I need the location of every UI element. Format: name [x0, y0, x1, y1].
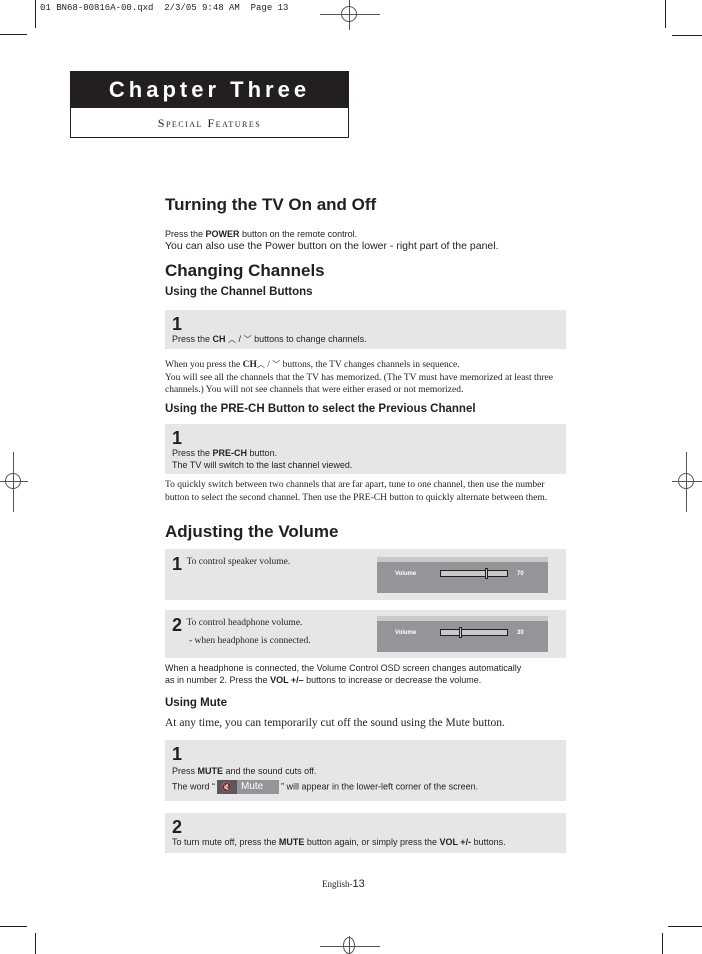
step-text: The word “🔇 Mute” will appear in the lowe… [172, 780, 559, 794]
crop-mark [0, 34, 27, 35]
subheading-pre-ch: Using the PRE-CH Button to select the Pr… [165, 403, 476, 415]
step-number: 2 [172, 615, 183, 635]
text: button. [247, 448, 278, 458]
step-box-volume-2: 2 To control headphone volume. - when he… [165, 610, 566, 658]
step-box-mute-1: 1 Press MUTE and the sound cuts off. The… [165, 740, 566, 801]
step-text: To control headphone volume. [186, 618, 303, 628]
subheading-mute: Using Mute [165, 697, 227, 709]
step-content: 2 To control headphone volume. - when he… [172, 616, 311, 646]
crop-mark [672, 35, 702, 36]
pre-ch-label: PRE-CH [212, 448, 248, 458]
osd-value: 70 [517, 571, 524, 577]
step-text: To turn mute off, press the MUTE button … [172, 836, 559, 848]
speaker-muted-icon: 🔇 [217, 780, 238, 794]
step-content: 1 To control speaker volume. [172, 555, 290, 575]
text: Press the [172, 334, 213, 344]
text: Press [172, 766, 198, 776]
heading-volume: Adjusting the Volume [165, 522, 339, 541]
step-box-volume-1: 1 To control speaker volume. Volume 70 [165, 549, 566, 600]
crop-mark [665, 0, 666, 28]
subheading-channel-buttons: Using the Channel Buttons [165, 286, 313, 298]
step-text: The TV will switch to the last channel v… [172, 460, 353, 470]
text: When you press the [165, 360, 243, 370]
text: The word “ [172, 781, 216, 792]
text: Press the [165, 229, 206, 239]
language-label: English- [322, 879, 353, 889]
crop-mark [668, 926, 702, 927]
volume-note: When a headphone is connected, the Volum… [165, 662, 521, 686]
ch-label: CH [212, 334, 226, 344]
step-text: - when headphone is connected. [189, 636, 311, 646]
crop-mark [662, 933, 663, 954]
text: button again, or simply press the [304, 837, 440, 847]
power-note: You can also use the Power button on the… [165, 240, 499, 252]
page-num: 13 [352, 878, 365, 890]
vol-label: VOL +/- [439, 837, 472, 847]
crop-mark [35, 0, 36, 28]
volume-osd-speaker: Volume 70 [377, 557, 548, 593]
osd-value: 30 [517, 630, 524, 636]
step-number: 1 [172, 554, 183, 574]
file-slug: 01 BN68-00816A-00.qxd 2/3/05 9:48 AM Pag… [40, 3, 289, 13]
chapter-header: Chapter Three Special Features [70, 71, 349, 138]
pre-ch-note: To quickly switch between two channels t… [165, 480, 548, 503]
mute-label: MUTE [197, 766, 224, 776]
chapter-title: Chapter Three [71, 72, 348, 108]
step-box-prech-1: 1 Press the PRE-CH button. The TV will s… [165, 424, 566, 474]
crop-mark [35, 933, 36, 954]
vol-label: VOL +/– [270, 675, 304, 685]
step-text: To control speaker volume. [186, 557, 291, 567]
text: button on the remote control. [239, 229, 358, 239]
step-number: 1 [172, 428, 183, 448]
text: buttons to change channels. [251, 334, 367, 344]
volume-slider [440, 627, 508, 638]
text: buttons, the TV changes channels in sequ… [280, 360, 460, 370]
text: ” will appear in the lower-left corner o… [281, 781, 479, 792]
page-number: English-13 [322, 878, 365, 890]
text: buttons. [471, 837, 506, 847]
chevron-down-icon: ﹀ [243, 335, 252, 344]
step-text: Press the CH ︿ / ﹀ buttons to change cha… [172, 333, 559, 346]
heading-channels: Changing Channels [165, 261, 325, 280]
step-box-mute-2: 2 To turn mute off, press the MUTE butto… [165, 813, 566, 853]
heading-power: Turning the TV On and Off [165, 195, 377, 214]
mute-badge-label: Mute [241, 781, 264, 792]
step-text: Press MUTE and the sound cuts off. [172, 765, 559, 777]
chevron-up-icon: ︿ [228, 335, 237, 344]
crop-mark [0, 926, 27, 927]
step-box-channel-1: 1 Press the CH ︿ / ﹀ buttons to change c… [165, 310, 566, 349]
text: When a headphone is connected, the Volum… [165, 663, 522, 673]
power-instruction: Press the POWER button on the remote con… [165, 228, 357, 240]
step-number: 1 [172, 744, 183, 764]
power-button-label: POWER [205, 229, 240, 239]
text: and the sound cuts off. [223, 766, 317, 776]
channel-note: When you press the CH︿ / ﹀ buttons, the … [165, 359, 565, 397]
step-text: Press the PRE-CH button. [172, 447, 559, 459]
step-number: 2 [172, 817, 183, 837]
step-number: 1 [172, 314, 183, 334]
ch-label: CH [242, 360, 257, 370]
text: To turn mute off, press the [172, 837, 279, 847]
mute-intro: At any time, you can temporarily cut off… [165, 717, 505, 729]
volume-slider-thumb [485, 568, 488, 579]
text: / [236, 334, 244, 344]
volume-slider [440, 568, 508, 579]
chapter-subtitle: Special Features [157, 116, 262, 130]
text: You will see all the channels that the T… [165, 372, 553, 396]
mute-osd-badge: 🔇 Mute [217, 780, 280, 794]
osd-label: Volume [395, 630, 417, 636]
text: as in number 2. Press the [165, 675, 271, 685]
chevron-up-icon: ︿ [256, 360, 265, 369]
mute-label: MUTE [278, 837, 305, 847]
text: Press the [172, 448, 213, 458]
volume-slider-thumb [459, 627, 462, 638]
text: buttons to increase or decrease the volu… [303, 675, 482, 685]
volume-osd-headphone: Volume 30 [377, 616, 548, 652]
osd-label: Volume [395, 571, 417, 577]
